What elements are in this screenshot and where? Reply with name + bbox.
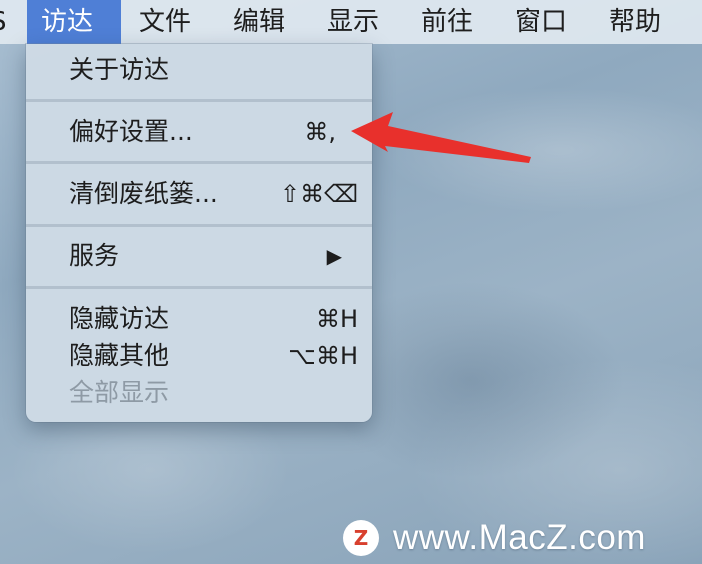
menu-item-show-all: 全部显示 (26, 375, 372, 411)
shortcut-shift-command-delete: ⇧⌘⌫ (279, 180, 358, 208)
menu-separator (26, 286, 372, 289)
macz-logo-icon: Z (343, 520, 379, 556)
shortcut-option-command-h: ⌥⌘H (288, 342, 358, 370)
menu-separator (26, 99, 372, 102)
menu-item-empty-trash[interactable]: 清倒废纸篓... ⇧⌘⌫ (26, 176, 372, 212)
finder-dropdown-menu: 关于访达 偏好设置... ⌘, 清倒废纸篓... ⇧⌘⌫ 服务 ▶ 隐藏访达 ⌘… (26, 44, 372, 422)
menu-bar: S 访达 文件 编辑 显示 前往 窗口 帮助 (0, 0, 702, 44)
menu-view[interactable]: 显示 (313, 0, 397, 44)
watermark: Z www.MacZ.com (343, 518, 646, 558)
menu-bar-edge-fragment: S (0, 0, 14, 44)
shortcut-command-h: ⌘H (315, 305, 358, 333)
menu-item-label: 全部显示 (69, 378, 170, 407)
menu-item-label: 服务 (69, 241, 120, 270)
shortcut-command-comma: ⌘, (304, 118, 336, 146)
menu-go[interactable]: 前往 (407, 0, 491, 44)
menu-item-label: 清倒废纸篓... (69, 179, 218, 208)
submenu-arrow-icon: ▶ (326, 244, 342, 268)
menu-window[interactable]: 窗口 (501, 0, 585, 44)
arrow-head (351, 112, 531, 163)
menu-item-label: 偏好设置... (69, 117, 193, 146)
menu-item-label: 关于访达 (69, 55, 170, 84)
menu-item-about-finder[interactable]: 关于访达 (26, 52, 372, 88)
menu-finder[interactable]: 访达 (27, 0, 121, 44)
menu-item-label: 隐藏其他 (69, 341, 170, 370)
menu-item-hide-others[interactable]: 隐藏其他 ⌥⌘H (26, 338, 372, 374)
menu-file[interactable]: 文件 (125, 0, 209, 44)
menu-item-services[interactable]: 服务 ▶ (26, 238, 372, 274)
menu-item-hide-finder[interactable]: 隐藏访达 ⌘H (26, 301, 372, 337)
menu-help[interactable]: 帮助 (595, 0, 679, 44)
menu-separator (26, 224, 372, 227)
menu-item-label: 隐藏访达 (69, 304, 170, 333)
menu-item-preferences[interactable]: 偏好设置... ⌘, (26, 114, 372, 150)
menu-separator (26, 161, 372, 164)
watermark-text: www.MacZ.com (393, 518, 646, 557)
menu-edit[interactable]: 编辑 (219, 0, 303, 44)
